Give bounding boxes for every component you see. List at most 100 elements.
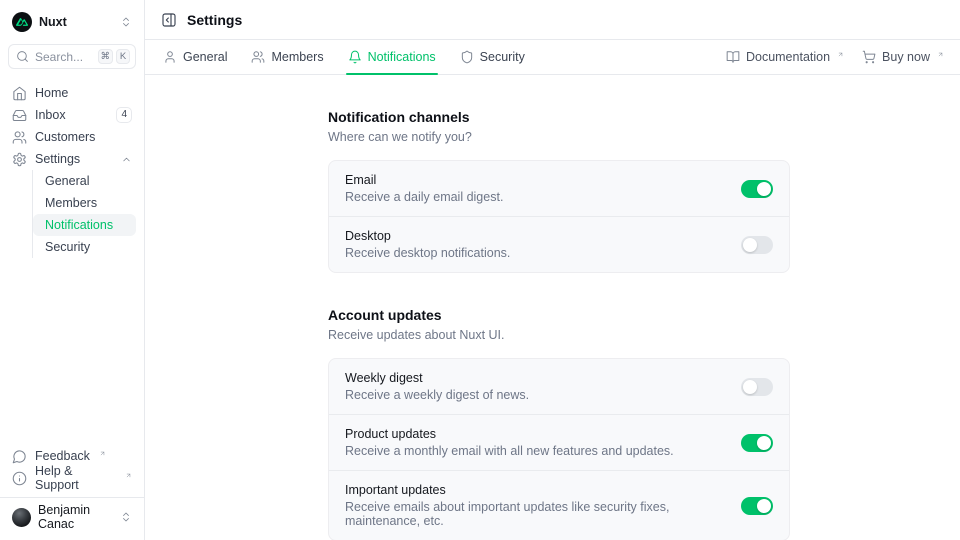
sidebar-item-security[interactable]: Security — [33, 236, 136, 258]
sidebar-item-customers[interactable]: Customers — [8, 126, 136, 148]
home-icon — [12, 86, 27, 101]
tab-label: General — [183, 50, 227, 64]
gear-icon — [12, 152, 27, 167]
tab-bar: General Members Notifications — [145, 40, 960, 75]
setting-row-desktop: Desktop Receive desktop notifications. — [329, 216, 789, 272]
settings-content: Notification channels Where can we notif… — [145, 75, 960, 540]
sidebar-item-members[interactable]: Members — [33, 192, 136, 214]
sidebar-item-help-support[interactable]: Help & Support — [8, 467, 136, 489]
sidebar-item-general[interactable]: General — [33, 170, 136, 192]
toggle-knob — [757, 436, 771, 450]
user-name: Benjamin Canac — [38, 503, 113, 531]
account-updates-section: Account updates Receive updates about Nu… — [328, 307, 790, 540]
chevron-up-down-icon — [120, 16, 132, 28]
setting-label: Weekly digest — [345, 371, 725, 385]
weekly-digest-toggle[interactable] — [741, 378, 773, 396]
tab-notifications[interactable]: Notifications — [346, 40, 438, 74]
email-toggle[interactable] — [741, 180, 773, 198]
settings-card: Weekly digest Receive a weekly digest of… — [328, 358, 790, 540]
tab-members[interactable]: Members — [249, 40, 325, 74]
setting-description: Receive a monthly email with all new fea… — [345, 444, 725, 458]
sidebar-item-inbox[interactable]: Inbox 4 — [8, 104, 136, 126]
user-icon — [163, 50, 177, 64]
user-section: Benjamin Canac — [0, 497, 144, 532]
search-placeholder: Search... — [35, 50, 92, 64]
user-menu[interactable]: Benjamin Canac — [12, 504, 132, 530]
external-link-icon — [99, 450, 106, 457]
sidebar-item-label: Help & Support — [35, 464, 116, 492]
sidebar-item-label: Members — [45, 196, 97, 210]
section-subtitle: Receive updates about Nuxt UI. — [328, 328, 790, 342]
toggle-knob — [757, 499, 771, 513]
sidebar: Nuxt Search... ⌘ K Home — [0, 0, 145, 540]
setting-description: Receive desktop notifications. — [345, 246, 725, 260]
section-title: Account updates — [328, 307, 790, 323]
sidebar-item-label: General — [45, 174, 89, 188]
toggle-knob — [743, 238, 757, 252]
tab-security[interactable]: Security — [458, 40, 527, 74]
nuxt-logo-icon — [12, 12, 32, 32]
setting-description: Receive emails about important updates l… — [345, 500, 725, 528]
documentation-link[interactable]: Documentation — [726, 50, 844, 64]
sidebar-item-notifications[interactable]: Notifications — [33, 214, 136, 236]
workspace-switcher[interactable]: Nuxt — [8, 8, 136, 36]
section-title: Notification channels — [328, 109, 790, 125]
kbd-cmd: ⌘ — [98, 49, 114, 64]
setting-label: Email — [345, 173, 725, 187]
sidebar-nav: Home Inbox 4 Customers Settings — [8, 82, 136, 258]
users-icon — [251, 50, 265, 64]
toggle-knob — [743, 380, 757, 394]
setting-label: Important updates — [345, 483, 725, 497]
notification-channels-section: Notification channels Where can we notif… — [328, 109, 790, 273]
desktop-toggle[interactable] — [741, 236, 773, 254]
settings-subnav: General Members Notifications Security — [32, 170, 136, 258]
setting-row-important-updates: Important updates Receive emails about i… — [329, 470, 789, 540]
tab-general[interactable]: General — [161, 40, 229, 74]
sidebar-item-label: Customers — [35, 130, 132, 144]
important-updates-toggle[interactable] — [741, 497, 773, 515]
info-circle-icon — [12, 471, 27, 486]
setting-text: Email Receive a daily email digest. — [345, 173, 725, 204]
setting-text: Product updates Receive a monthly email … — [345, 427, 725, 458]
product-updates-toggle[interactable] — [741, 434, 773, 452]
users-icon — [12, 130, 27, 145]
external-link-icon — [125, 472, 132, 479]
shield-icon — [460, 50, 474, 64]
setting-text: Important updates Receive emails about i… — [345, 483, 725, 528]
message-bubble-icon — [12, 449, 27, 464]
inbox-count-badge: 4 — [116, 107, 132, 123]
setting-description: Receive a daily email digest. — [345, 190, 725, 204]
search-shortcut: ⌘ K — [98, 49, 131, 64]
tabs: General Members Notifications — [161, 40, 527, 74]
setting-label: Desktop — [345, 229, 725, 243]
main-panel: Settings General Members — [145, 0, 960, 540]
buy-now-link[interactable]: Buy now — [862, 50, 944, 64]
avatar — [12, 508, 31, 527]
bell-icon — [348, 50, 362, 64]
cart-icon — [862, 50, 876, 64]
section-subtitle: Where can we notify you? — [328, 130, 790, 144]
sidebar-item-label: Notifications — [45, 218, 113, 232]
sidebar-item-settings[interactable]: Settings — [8, 148, 136, 170]
setting-row-weekly-digest: Weekly digest Receive a weekly digest of… — [329, 359, 789, 414]
chevron-up-icon — [121, 154, 132, 165]
setting-row-product-updates: Product updates Receive a monthly email … — [329, 414, 789, 470]
page-title: Settings — [187, 12, 242, 28]
search-icon — [16, 50, 29, 63]
setting-label: Product updates — [345, 427, 725, 441]
tab-label: Notifications — [368, 50, 436, 64]
sidebar-item-label: Inbox — [35, 108, 108, 122]
sidebar-item-home[interactable]: Home — [8, 82, 136, 104]
setting-row-email: Email Receive a daily email digest. — [329, 161, 789, 216]
chevron-up-down-icon — [120, 511, 132, 523]
search-input[interactable]: Search... ⌘ K — [8, 44, 136, 69]
page-header: Settings — [145, 0, 960, 40]
sidebar-item-label: Home — [35, 86, 132, 100]
sidebar-footer: Feedback Help & Support Benjamin Canac — [8, 445, 136, 532]
sidebar-item-label: Security — [45, 240, 90, 254]
collapse-sidebar-icon[interactable] — [161, 12, 177, 28]
kbd-k: K — [116, 49, 130, 64]
toggle-knob — [757, 182, 771, 196]
workspace-name: Nuxt — [39, 15, 113, 29]
external-link-icon — [937, 51, 944, 58]
